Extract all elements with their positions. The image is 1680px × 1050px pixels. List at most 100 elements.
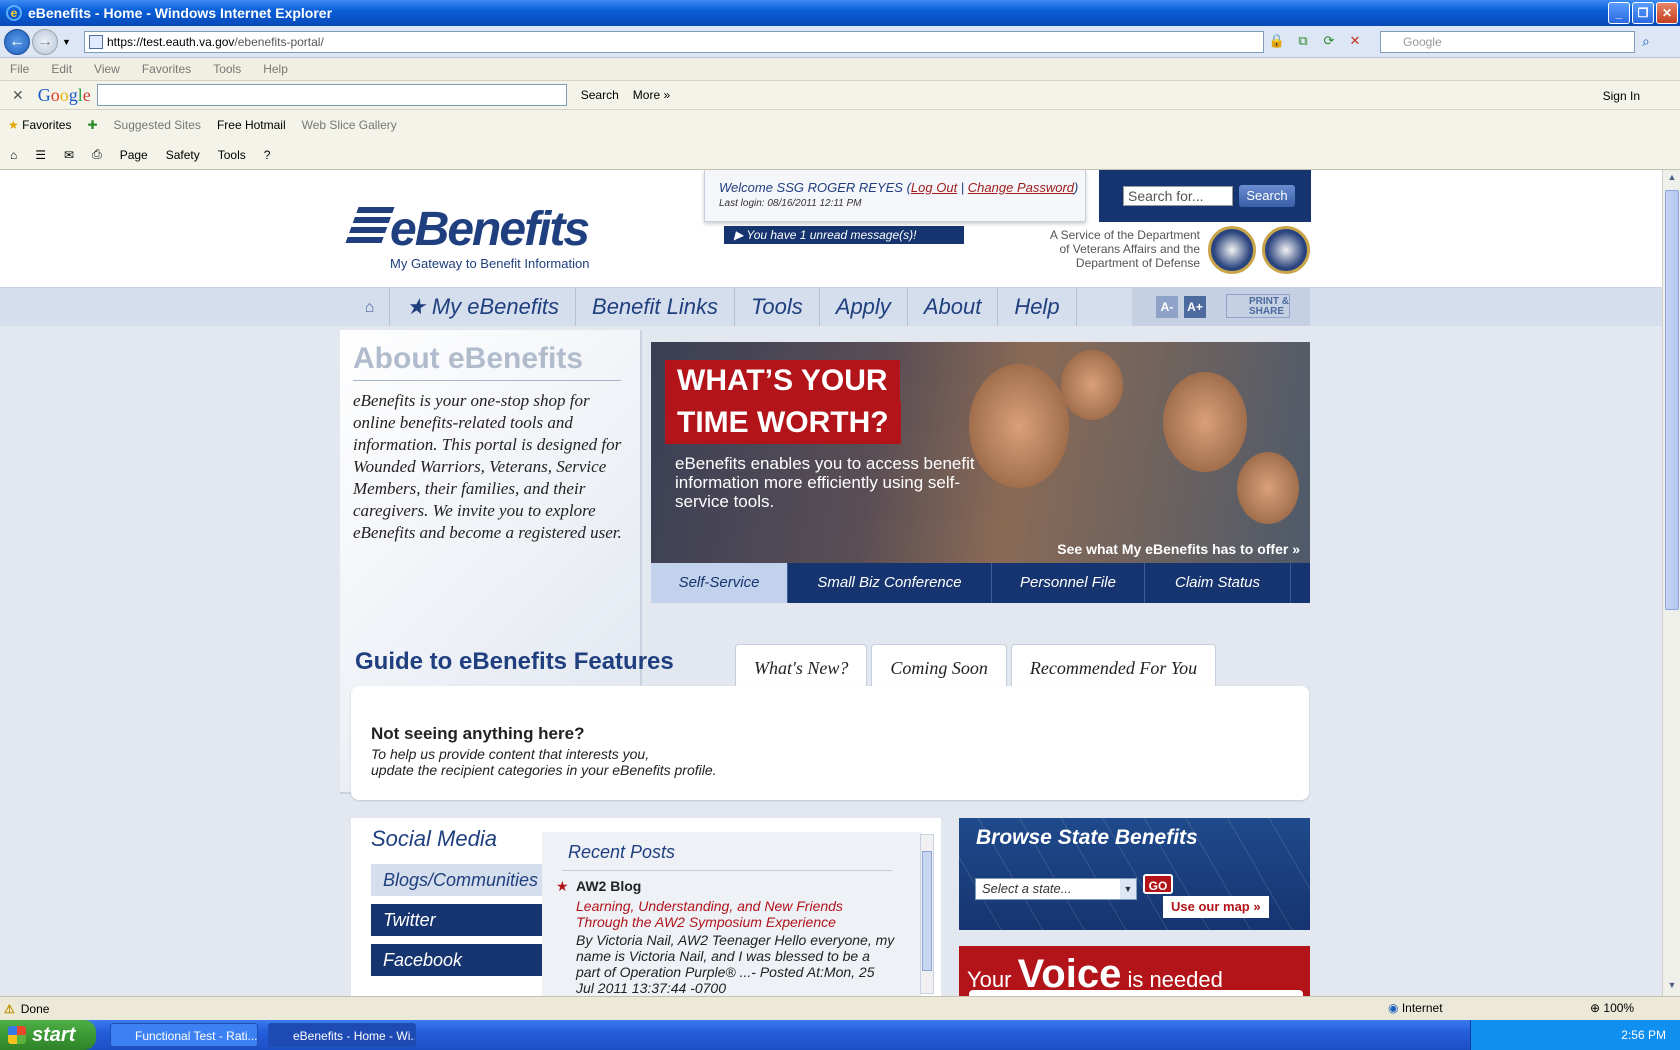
site-search-button[interactable]: Search [1239,185,1295,207]
page-scrollbar[interactable]: ▲ ▼ [1662,170,1680,996]
home-icon[interactable]: ⌂ [10,148,17,162]
ebenefits-logo[interactable]: eBenefits My Gateway to Benefit Informat… [345,202,590,271]
ie-icon: e [6,5,22,21]
refresh-icon[interactable]: ⟳ [1320,32,1338,50]
zone-label: Internet [1401,1001,1443,1015]
blogs-communities-button[interactable]: Blogs/Communities [371,864,543,896]
state-select[interactable]: Select a state... ▼ [975,878,1137,900]
nav-help[interactable]: Help [998,288,1077,326]
windows-flag-icon [8,1026,26,1044]
page-menu[interactable]: Page [120,148,148,162]
menu-edit[interactable]: Edit [51,62,72,76]
service-line-3: Department of Defense [1075,256,1200,270]
nav-apply[interactable]: Apply [820,288,908,326]
compatibility-icon[interactable]: ⧉ [1294,32,1312,50]
welcome-panel: Welcome SSG ROGER REYES (Log Out | Chang… [704,170,1086,222]
menu-file[interactable]: File [10,62,29,76]
address-row: ← → ▼ https://test.eauth.va.gov/ebenefit… [0,26,1680,58]
tab-claim-status[interactable]: Claim Status [1145,563,1291,603]
post-title-link[interactable]: Learning, Understanding, and New Friends… [576,898,896,930]
forward-button[interactable]: → [32,28,58,55]
voice-banner[interactable]: Your Voice is needed [959,946,1310,996]
google-toolbar: ✕ Google Search More » Sign In [0,80,1680,110]
font-larger-button[interactable]: A+ [1184,296,1206,318]
free-hotmail-link[interactable]: Free Hotmail [217,118,286,132]
about-text: eBenefits is your one-stop shop for onli… [353,391,622,542]
google-search-button[interactable]: Search [581,88,619,102]
guide-tabs: What's New? Coming Soon Recommended For … [735,644,1217,686]
google-signin-button[interactable]: Sign In [1603,89,1640,103]
suggested-sites-link[interactable]: Suggested Sites [114,118,201,132]
favorites-button[interactable]: ★ Favorites [8,118,71,132]
google-search-input[interactable] [96,84,567,106]
stop-icon[interactable]: ✕ [1346,32,1364,50]
google-more-button[interactable]: More » [633,88,670,102]
hero-photo-child [1061,350,1123,420]
recent-posts-scroll-thumb[interactable] [922,851,932,971]
menu-tools[interactable]: Tools [213,62,241,76]
service-statement: A Service of the Department of Veterans … [1010,228,1200,270]
scroll-up-icon[interactable]: ▲ [1665,172,1679,186]
twitter-button[interactable]: Twitter [371,904,543,936]
menu-view[interactable]: View [94,62,120,76]
scroll-down-icon[interactable]: ▼ [1665,980,1679,994]
browser-search-input[interactable]: Google [1380,31,1635,53]
tab-recommended[interactable]: Recommended For You [1010,644,1217,686]
hero-banner[interactable]: WHAT’S YOUR TIME WORTH? eBenefits enable… [651,342,1310,563]
browser-search-icon[interactable]: ⌕ [1642,33,1650,50]
nav-benefit-links[interactable]: Benefit Links [576,288,735,326]
recent-posts-panel: Recent Posts ★ AW2 Blog Learning, Unders… [542,832,934,996]
font-smaller-button[interactable]: A- [1156,296,1178,318]
back-button[interactable]: ← [4,28,30,55]
start-button[interactable]: start [0,1020,96,1050]
print-share-button[interactable]: PRINT & SHARE [1226,294,1290,318]
mail-icon[interactable]: ✉ [64,148,74,162]
facebook-button[interactable]: Facebook [371,944,543,976]
site-header: eBenefits My Gateway to Benefit Informat… [0,170,1662,288]
taskbar-item-functional-test[interactable]: Functional Test - Rati... [110,1023,258,1047]
logout-link[interactable]: Log Out [911,180,957,195]
zoom-level[interactable]: ⊕ 100% [1590,1001,1634,1015]
web-slice-gallery-link[interactable]: Web Slice Gallery [302,118,397,132]
guide-empty-title: Not seeing anything here? [371,724,585,743]
state-go-button[interactable]: GO [1143,874,1173,894]
tab-personnel-file[interactable]: Personnel File [992,563,1145,603]
change-password-link[interactable]: Change Password [968,180,1074,195]
hero-tabs: Self-Service Small Biz Conference Person… [651,563,1310,603]
menu-help[interactable]: Help [263,62,288,76]
tab-small-biz-conference[interactable]: Small Biz Conference [788,563,992,603]
print-icon[interactable]: ⎙ [92,147,102,162]
close-button[interactable]: ✕ [1656,2,1678,24]
unread-messages-link[interactable]: ▶ You have 1 unread message(s)! [724,226,964,244]
address-bar[interactable]: https://test.eauth.va.gov/ebenefits-port… [84,31,1264,53]
menu-favorites[interactable]: Favorites [142,62,191,76]
nav-my-ebenefits[interactable]: ★ My eBenefits [390,288,577,326]
recent-pages-dropdown-icon[interactable]: ▼ [62,37,71,47]
lock-icon[interactable]: 🔒 [1268,32,1286,50]
page-scroll-thumb[interactable] [1665,190,1679,610]
hero-headline-2: TIME WORTH? [665,402,901,444]
maximize-button[interactable]: ❐ [1632,2,1654,24]
nav-tools[interactable]: Tools [735,288,820,326]
feeds-icon[interactable]: ☰ [35,148,46,162]
help-icon[interactable]: ? [264,148,271,162]
safety-menu[interactable]: Safety [166,148,200,162]
guide-title: Guide to eBenefits Features [355,648,674,675]
close-toolbar-icon[interactable]: ✕ [12,87,24,104]
nav-home-icon[interactable]: ⌂ [350,288,390,326]
window-title-bar: e eBenefits - Home - Windows Internet Ex… [0,0,1680,26]
use-map-link[interactable]: Use our map » [1163,896,1269,918]
taskbar-item-ebenefits[interactable]: eBenefits - Home - Wi... [268,1023,416,1047]
tab-coming-soon[interactable]: Coming Soon [871,644,1007,686]
tab-whats-new[interactable]: What's New? [735,644,868,686]
site-search-input[interactable]: Search for... [1123,186,1233,206]
last-login: Last login: 08/16/2011 12:11 PM [719,198,862,209]
add-favorite-icon[interactable]: ✚ [87,118,97,132]
tools-menu[interactable]: Tools [218,148,246,162]
tab-self-service[interactable]: Self-Service [651,563,788,603]
recent-posts-scrollbar[interactable] [920,834,934,994]
minimize-button[interactable]: _ [1608,2,1630,24]
hero-see-link[interactable]: See what My eBenefits has to offer » [1057,541,1300,557]
security-zone: ◉ Internet [1388,1001,1443,1015]
nav-about[interactable]: About [908,288,999,326]
